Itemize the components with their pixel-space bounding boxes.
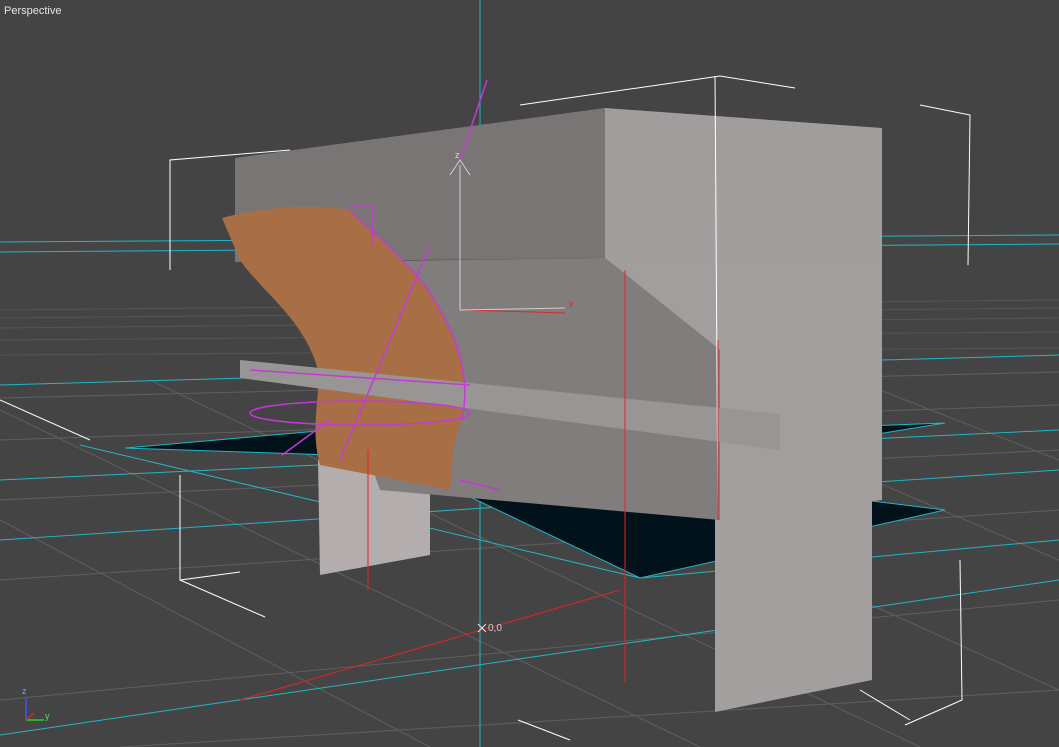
perspective-viewport[interactable]: Perspective z y 0,0 z y	[0, 0, 1059, 747]
gizmo-y-label: y	[569, 298, 574, 308]
viewport-label[interactable]: Perspective	[4, 4, 61, 18]
origin-label: 0,0	[488, 623, 502, 634]
axis-triad	[25, 697, 44, 721]
triad-y-label: y	[45, 711, 50, 721]
gizmo-z-label: z	[455, 150, 460, 160]
triad-z-label: z	[22, 686, 27, 696]
origin-marker	[477, 623, 487, 633]
scene-canvas[interactable]: z y 0,0 z y	[0, 0, 1059, 747]
